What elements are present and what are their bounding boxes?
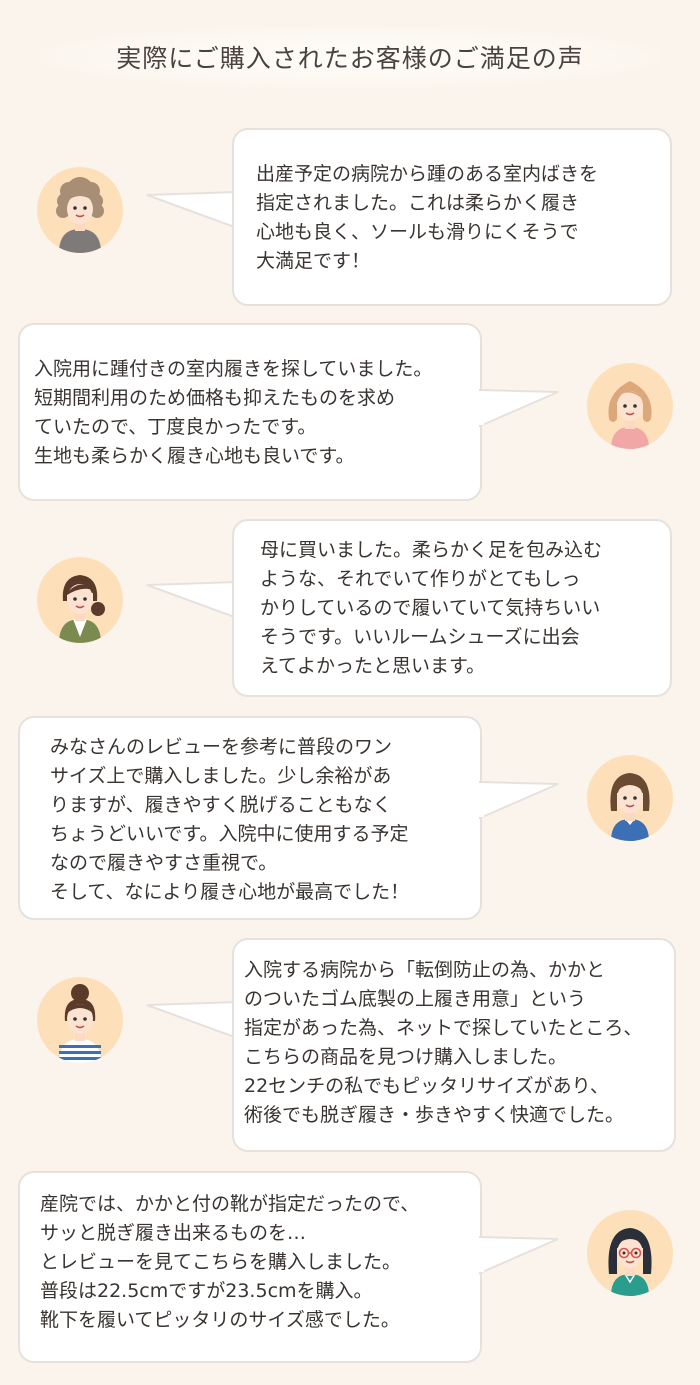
header: 実際にご購入されたお客様のご満足の声 bbox=[0, 22, 700, 92]
review-bubble: 出産予定の病院から踵のある室内ばきを 指定されました。これは柔らかく履き 心地も… bbox=[232, 128, 672, 306]
review-bubble: 産院では、かかと付の靴が指定だったので、 サッと脱ぎ履き出来るものを… とレビュ… bbox=[18, 1171, 482, 1363]
bob-hair-woman-avatar bbox=[587, 755, 673, 841]
wavy-hair-woman-avatar bbox=[587, 363, 673, 449]
review-text: みなさんのレビューを参考に普段のワン サイズ上で購入しました。少し余裕があ りま… bbox=[50, 736, 410, 903]
review-text: 出産予定の病院から踵のある室内ばきを 指定されました。これは柔らかく履き 心地も… bbox=[256, 163, 599, 272]
curly-hair-woman-avatar bbox=[37, 167, 123, 253]
speech-bubble-tail bbox=[476, 388, 559, 428]
review-bubble: 母に買いました。柔らかく足を包み込む ような、それでいて作りがとてもしっ かりし… bbox=[232, 519, 672, 697]
speech-bubble-tail bbox=[476, 780, 559, 820]
speech-bubble-tail bbox=[476, 1235, 559, 1275]
review-text: 入院用に踵付きの室内履きを探していました。 短期間利用のため価格も抑えたものを求… bbox=[34, 358, 433, 467]
review-text: 産院では、かかと付の靴が指定だったので、 サッと脱ぎ履き出来るものを… とレビュ… bbox=[40, 1193, 420, 1331]
review-bubble: 入院用に踵付きの室内履きを探していました。 短期間利用のため価格も抑えたものを求… bbox=[18, 323, 482, 501]
page-title: 実際にご購入されたお客様のご満足の声 bbox=[116, 44, 584, 73]
bun-hair-woman-avatar bbox=[37, 977, 123, 1063]
side-ponytail-woman-avatar bbox=[37, 557, 123, 643]
glasses-woman-avatar bbox=[587, 1210, 673, 1296]
review-bubble: 入院する病院から「転倒防止の為、かかと のついたゴム底製の上履き用意」という 指… bbox=[232, 938, 676, 1152]
review-bubble: みなさんのレビューを参考に普段のワン サイズ上で購入しました。少し余裕があ りま… bbox=[18, 716, 482, 920]
review-text: 入院する病院から「転倒防止の為、かかと のついたゴム底製の上履き用意」という 指… bbox=[244, 959, 643, 1126]
review-text: 母に買いました。柔らかく足を包み込む ような、それでいて作りがとてもしっ かりし… bbox=[260, 539, 603, 677]
